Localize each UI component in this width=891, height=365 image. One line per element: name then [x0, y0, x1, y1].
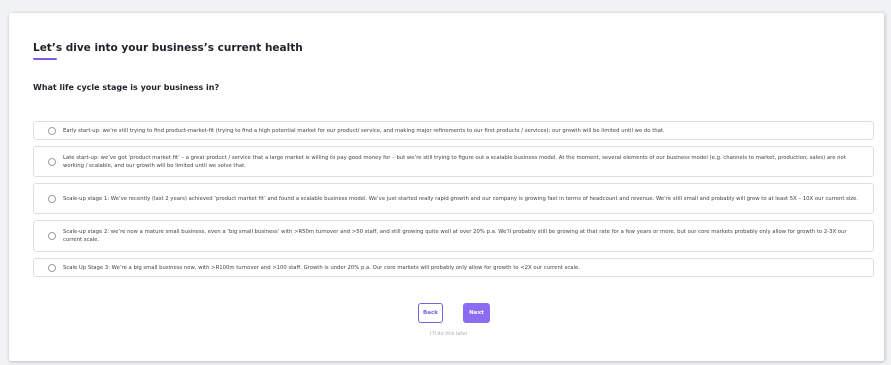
option-label: Scale-up stage 1: We’ve recently (last 2… [63, 195, 859, 202]
option-scale-up-stage-1[interactable]: Scale-up stage 1: We’ve recently (last 2… [33, 183, 874, 214]
radio-button[interactable] [48, 194, 56, 203]
radio-button[interactable] [48, 126, 56, 135]
option-label: Late start-up: we’ve got ‘product market… [63, 154, 846, 169]
radio-button[interactable] [48, 232, 56, 240]
page-title: Let’s dive into your business’s current … [33, 42, 303, 54]
form-card: Let’s dive into your business’s current … [9, 13, 884, 361]
option-late-startup[interactable]: Late start-up: we’ve got ‘product market… [33, 146, 874, 177]
next-button[interactable]: Next [463, 303, 490, 323]
option-early-startup[interactable]: Early start-up: we’re still trying to fi… [33, 121, 874, 140]
title-underline [33, 58, 57, 60]
option-label: Early start-up: we’re still trying to fi… [63, 127, 665, 134]
option-scale-up-stage-3[interactable]: Scale Up Stage 3: We’re a big small busi… [33, 258, 874, 277]
skip-link[interactable]: I’ll do this later [430, 331, 468, 337]
option-label: Scale-up stage 2: we’re now a mature sma… [63, 229, 847, 243]
option-scale-up-stage-2[interactable]: Scale-up stage 2: we’re now a mature sma… [33, 220, 874, 252]
radio-button[interactable] [48, 157, 56, 166]
question-label: What life cycle stage is your business i… [33, 83, 220, 92]
back-button[interactable]: Back [418, 303, 443, 323]
radio-button[interactable] [48, 263, 56, 272]
option-label: Scale Up Stage 3: We’re a big small busi… [63, 264, 580, 271]
